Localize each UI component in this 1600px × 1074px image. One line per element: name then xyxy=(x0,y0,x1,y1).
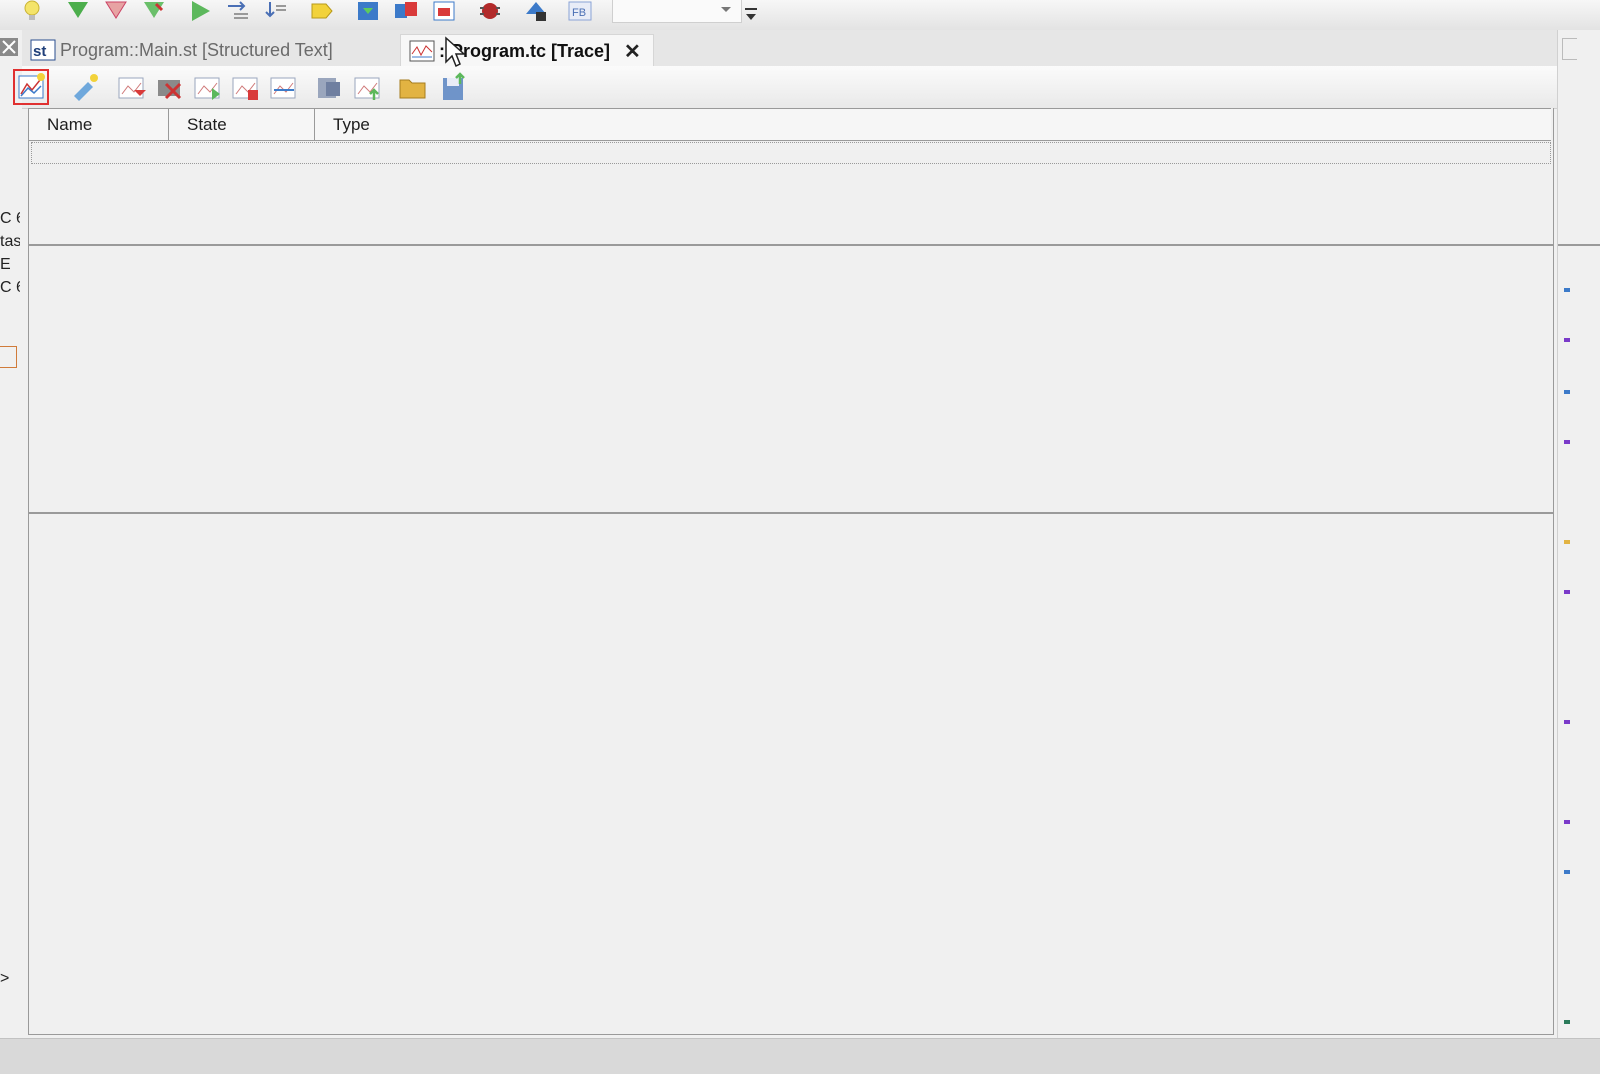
step-into-icon[interactable] xyxy=(226,0,250,22)
stop-trace-icon[interactable] xyxy=(228,70,262,104)
save-icon[interactable] xyxy=(436,70,470,104)
trace-variable-table: Name State Type xyxy=(28,108,1554,244)
open-folder-icon[interactable] xyxy=(396,70,430,104)
properties-item-icon[interactable] xyxy=(1564,720,1570,724)
download-trace-icon[interactable] xyxy=(114,70,148,104)
right-panel-divider xyxy=(1558,244,1600,246)
cross-reference-icon[interactable] xyxy=(432,0,456,22)
properties-item-icon[interactable] xyxy=(1564,820,1570,824)
filter-green-icon[interactable] xyxy=(66,0,90,22)
properties-item-icon[interactable] xyxy=(1564,1020,1570,1024)
properties-item-icon[interactable] xyxy=(1564,590,1570,594)
export-icon[interactable] xyxy=(312,70,346,104)
upload-trace-icon[interactable] xyxy=(266,70,300,104)
fb-icon[interactable]: FB xyxy=(568,0,592,22)
close-icon[interactable] xyxy=(0,38,18,56)
status-bar xyxy=(0,1038,1600,1074)
left-panel-text: tas xyxy=(0,233,20,250)
edit-trace-icon[interactable] xyxy=(68,70,102,104)
bug-icon[interactable] xyxy=(478,0,502,22)
properties-item-icon[interactable] xyxy=(1564,540,1570,544)
right-panel-tab[interactable] xyxy=(1562,38,1577,60)
properties-item-icon[interactable] xyxy=(1564,440,1570,444)
online-change-icon[interactable] xyxy=(394,0,418,22)
run-icon[interactable] xyxy=(188,0,212,22)
watch-icon[interactable] xyxy=(524,0,548,22)
lightbulb-icon[interactable] xyxy=(20,0,44,22)
add-trace-icon[interactable] xyxy=(13,69,49,105)
tab-label: Program::Main.st [Structured Text] xyxy=(60,39,333,60)
trace-chart-area[interactable] xyxy=(28,244,1554,514)
table-row[interactable] xyxy=(31,142,1551,164)
right-dock-panel xyxy=(1557,30,1600,1073)
breakpoint-icon[interactable] xyxy=(310,0,334,22)
left-panel-text: C 6 xyxy=(0,279,20,296)
filter-red-icon[interactable] xyxy=(104,0,128,22)
tab-program-trace[interactable]: ::Program.tc [Trace] ✕ xyxy=(400,34,654,67)
main-toolbar: FB xyxy=(0,0,1600,31)
editor-tab-strip: st Program::Main.st [Structured Text] ::… xyxy=(22,30,1587,67)
mouse-cursor-icon xyxy=(445,36,466,68)
svg-text:st: st xyxy=(33,43,46,60)
toolbar-overflow-icon[interactable] xyxy=(744,6,758,28)
left-panel-input[interactable] xyxy=(0,346,17,368)
svg-text:FB: FB xyxy=(572,7,586,19)
delete-trace-icon[interactable] xyxy=(152,70,186,104)
properties-item-icon[interactable] xyxy=(1564,870,1570,874)
tab-main-st[interactable]: st Program::Main.st [Structured Text] xyxy=(30,34,333,66)
download-icon[interactable] xyxy=(356,0,380,22)
left-panel-text: C 6 xyxy=(0,210,20,227)
column-header-type[interactable]: Type xyxy=(315,109,1551,140)
left-panel-text: E xyxy=(0,256,11,273)
column-header-state[interactable]: State xyxy=(169,109,315,140)
properties-item-icon[interactable] xyxy=(1564,338,1570,342)
trace-toolbar xyxy=(13,66,1557,109)
properties-item-icon[interactable] xyxy=(1564,288,1570,292)
start-trace-icon[interactable] xyxy=(190,70,224,104)
column-header-name[interactable]: Name xyxy=(29,109,169,140)
filter-check-icon[interactable] xyxy=(142,0,166,22)
trace-detail-area[interactable] xyxy=(28,512,1554,1035)
table-header: Name State Type xyxy=(29,108,1551,141)
import-icon[interactable] xyxy=(350,70,384,104)
properties-item-icon[interactable] xyxy=(1564,390,1570,394)
expand-icon[interactable]: > xyxy=(0,970,20,988)
structured-text-icon: st xyxy=(30,39,56,61)
left-dock-panel: C 6 tas E C 6 > xyxy=(0,30,22,1073)
toolbar-combobox[interactable] xyxy=(612,0,742,23)
step-out-icon[interactable] xyxy=(264,0,288,22)
trace-icon xyxy=(409,40,435,62)
close-tab-icon[interactable]: ✕ xyxy=(624,39,641,64)
chevron-down-icon xyxy=(721,7,731,12)
